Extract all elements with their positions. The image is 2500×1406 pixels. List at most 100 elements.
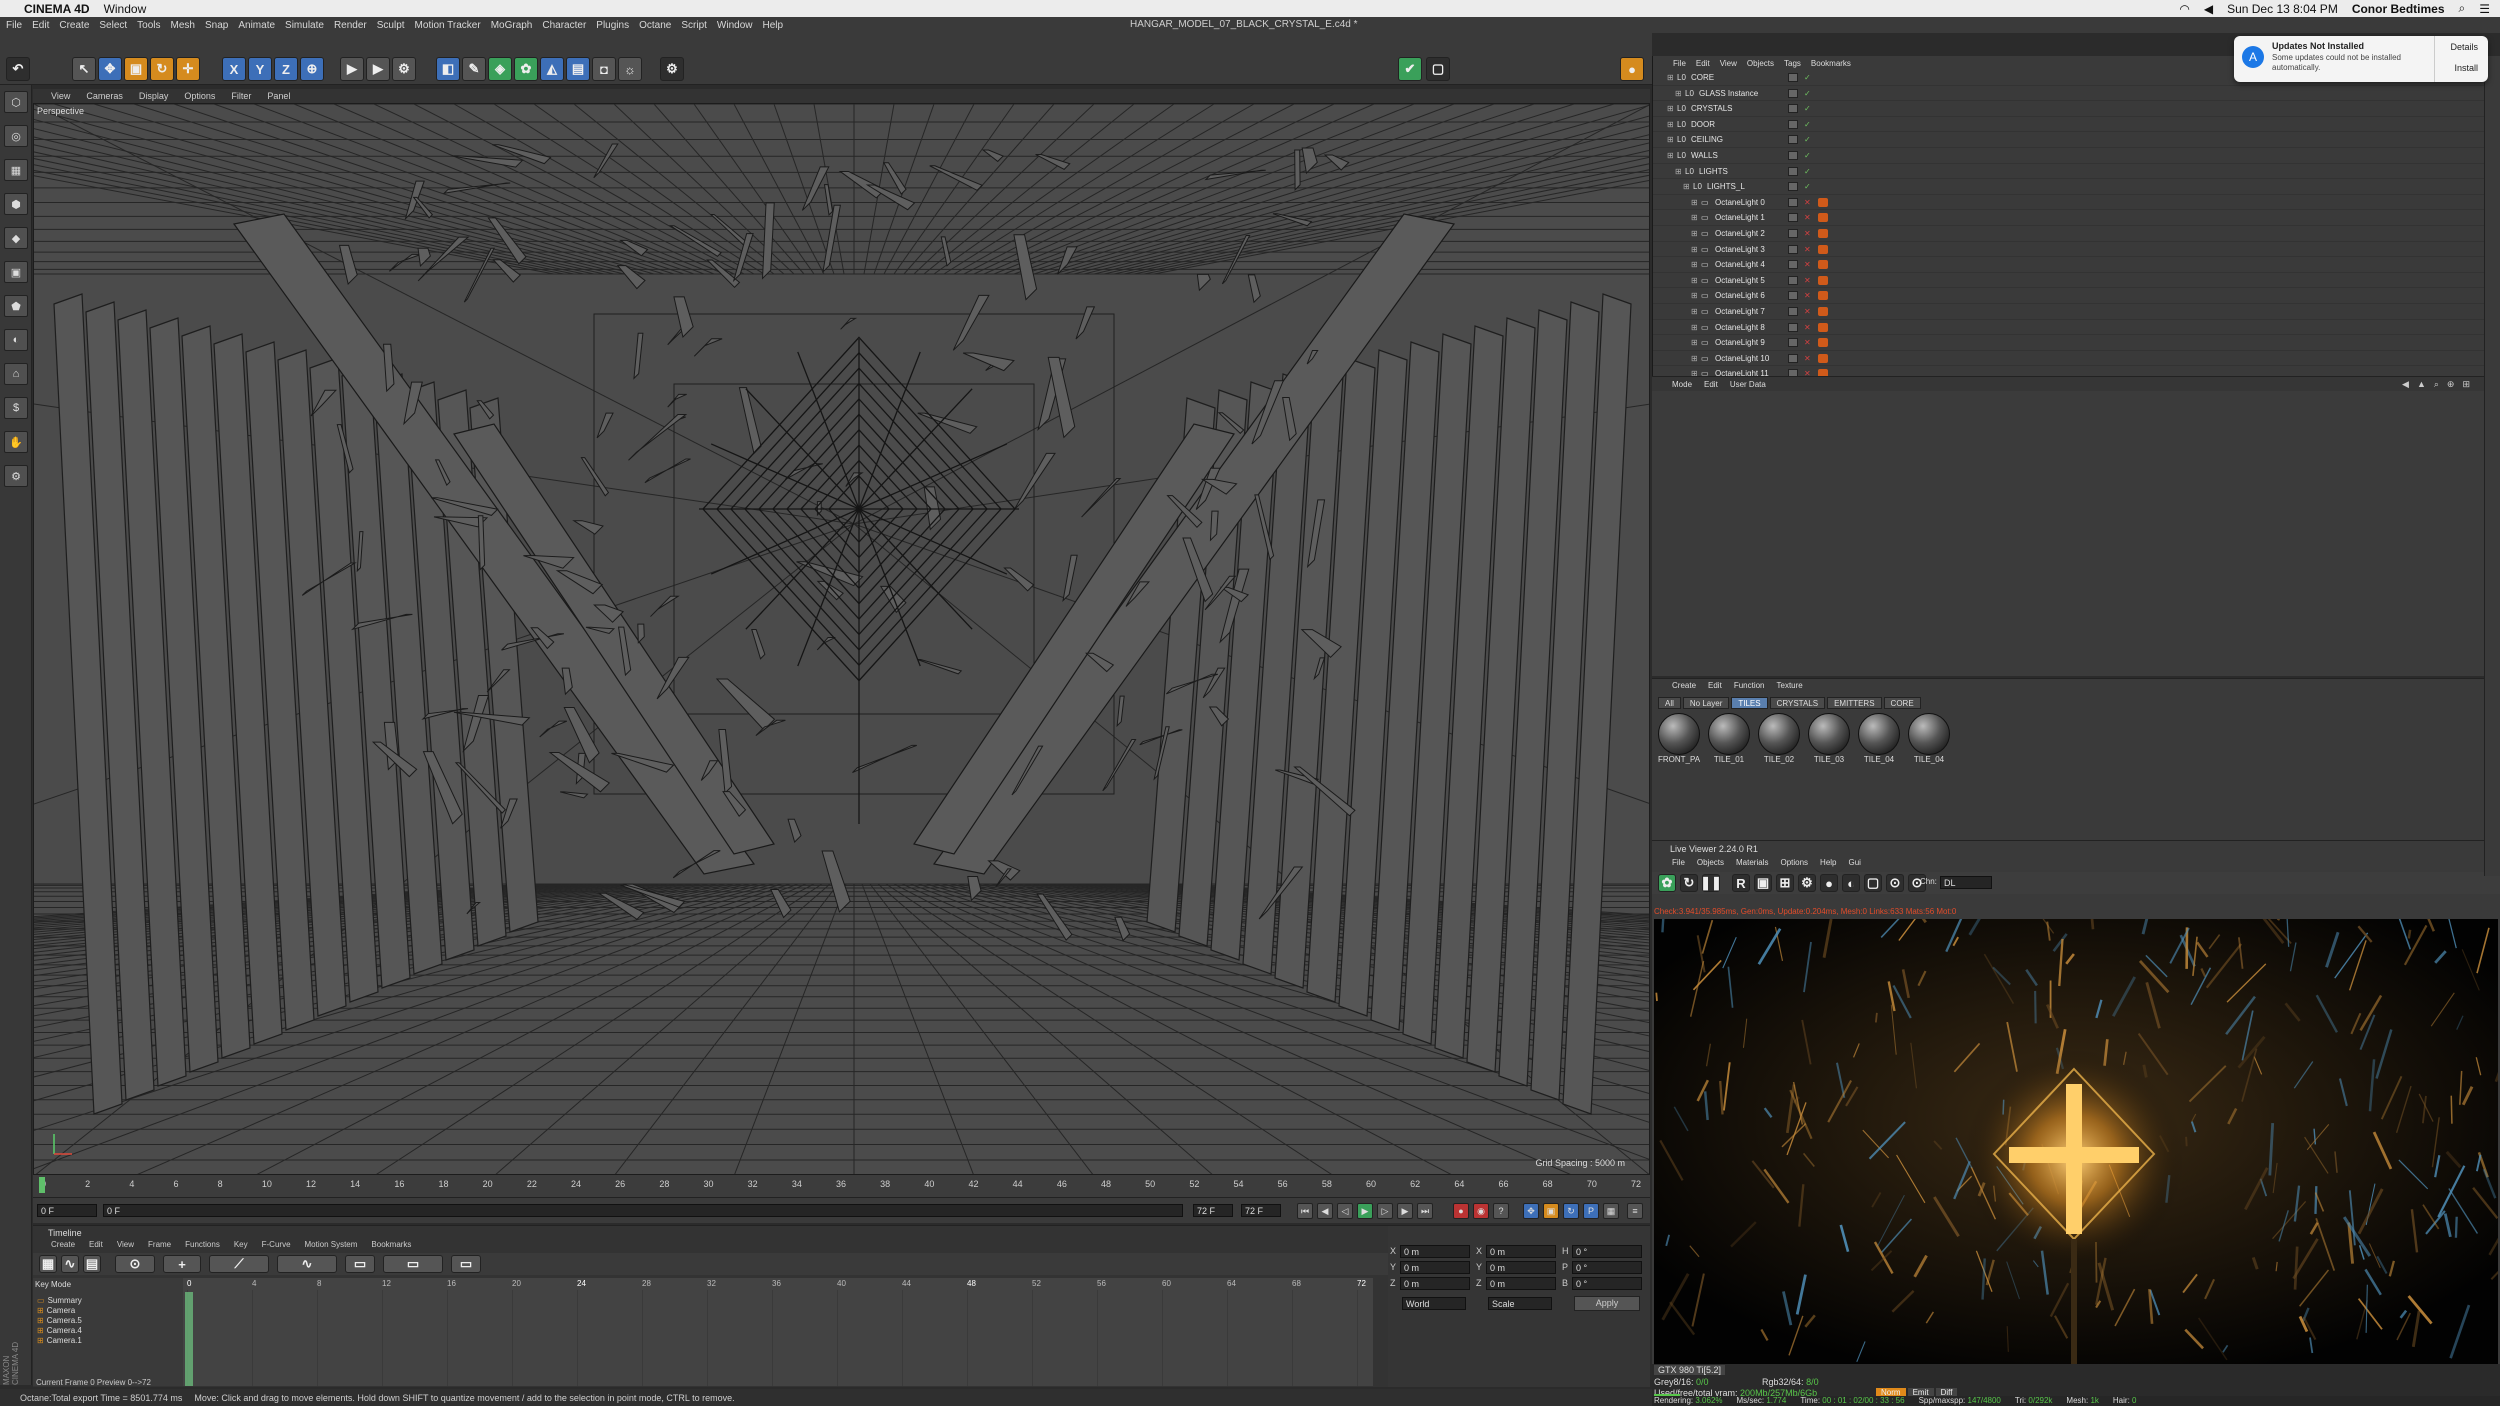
octane-light-tag-icon[interactable]	[1818, 353, 1828, 363]
menu-script[interactable]: Script	[681, 20, 707, 31]
object-name[interactable]: OctaneLight 0	[1715, 195, 1765, 210]
interpolation-icon[interactable]: ⟋	[209, 1255, 269, 1273]
coord-value-field[interactable]: 0 m	[1486, 1245, 1556, 1258]
user-name[interactable]: Conor Bedtimes	[2352, 2, 2445, 16]
render-flag-icon[interactable]: ✕	[1804, 226, 1811, 241]
expand-icon[interactable]: ⊞	[1667, 117, 1674, 132]
object-name[interactable]: OctaneLight 9	[1715, 335, 1765, 350]
visibility-flag-icon[interactable]	[1788, 166, 1798, 176]
timeline-menu-f-curve[interactable]: F-Curve	[262, 1240, 291, 1252]
attribute-menu-user-data[interactable]: User Data	[1730, 380, 1766, 389]
menu-select[interactable]: Select	[99, 20, 127, 31]
visibility-flag-icon[interactable]	[1788, 73, 1798, 82]
timeline-track[interactable]: ⊞ Camera.4	[37, 1326, 177, 1336]
expand-icon[interactable]: ⊞	[1667, 70, 1674, 85]
menu-tools[interactable]: Tools	[137, 20, 160, 31]
volume-icon[interactable]: ◀	[2204, 2, 2213, 16]
transform-icon[interactable]: ✛	[176, 57, 200, 81]
object-row[interactable]: ⊞ ▭ OctaneLight 1 ✕	[1653, 210, 2500, 226]
settings-icon[interactable]: ⚙	[1798, 874, 1816, 892]
coord-value-field[interactable]: 0 m	[1400, 1261, 1470, 1274]
render-flag-icon[interactable]: ✕	[1804, 304, 1811, 319]
right-dock-tabs[interactable]	[2484, 56, 2500, 876]
material-swatch[interactable]: FRONT_PA	[1656, 713, 1702, 773]
palette-tool-icon[interactable]: ⌂	[4, 363, 28, 385]
material-tab-tiles[interactable]: TILES	[1731, 697, 1768, 709]
object-menu-objects[interactable]: Objects	[1747, 59, 1774, 68]
coord-value-field[interactable]: 0 °	[1572, 1261, 1642, 1274]
timeline-track[interactable]: ⊞ Camera.1	[37, 1336, 177, 1346]
object-row[interactable]: ⊞ ▭ OctaneLight 4 ✕	[1653, 257, 2500, 273]
object-row[interactable]: ⊞ ▭ OctaneLight 10 ✕	[1653, 351, 2500, 367]
pause-icon[interactable]: ❚❚	[1700, 874, 1722, 892]
object-row[interactable]: ⊞ L0 CRYSTALS ✓	[1653, 101, 2500, 117]
octane-light-tag-icon[interactable]	[1818, 338, 1828, 348]
record-key-icon[interactable]: ●	[1453, 1203, 1469, 1219]
visibility-flag-icon[interactable]	[1788, 135, 1798, 145]
palette-tool-icon[interactable]: $	[4, 397, 28, 419]
viewport-menu-display[interactable]: Display	[139, 91, 169, 101]
wifi-icon[interactable]: ◠	[2179, 2, 2189, 16]
ruler-playhead[interactable]	[39, 1177, 45, 1193]
live-viewer-menu-help[interactable]: Help	[1820, 858, 1836, 870]
timeline-menu-view[interactable]: View	[117, 1240, 134, 1252]
menu-file[interactable]: File	[6, 20, 22, 31]
install-button[interactable]: Install	[2454, 63, 2478, 73]
save-image-icon[interactable]: ▣	[1754, 874, 1772, 892]
octane-light-tag-icon[interactable]	[1818, 197, 1828, 207]
expand-icon[interactable]: ⊞	[1691, 210, 1698, 225]
check-icon[interactable]: ✓	[1804, 179, 1811, 194]
octane-light-tag-icon[interactable]	[1818, 229, 1828, 238]
fcurve-mode-icon[interactable]: ∿	[61, 1255, 79, 1273]
coord-value-field[interactable]: 0 m	[1486, 1261, 1556, 1274]
live-selection-icon[interactable]: ↖	[72, 57, 96, 81]
coord-value-field[interactable]: 0 °	[1572, 1277, 1642, 1290]
menu-simulate[interactable]: Simulate	[285, 20, 324, 31]
palette-tool-icon[interactable]: ▣	[4, 261, 28, 283]
palette-tool-icon[interactable]: ⬟	[4, 295, 28, 317]
object-menu-tags[interactable]: Tags	[1784, 59, 1801, 68]
visibility-flag-icon[interactable]	[1788, 291, 1798, 301]
render-picture-viewer-icon[interactable]: ▶	[366, 57, 390, 81]
render-flag-icon[interactable]: ✕	[1804, 351, 1811, 366]
timeline-menu-frame[interactable]: Frame	[148, 1240, 171, 1252]
octane-light-tag-icon[interactable]	[1818, 260, 1828, 270]
menu-motion-tracker[interactable]: Motion Tracker	[415, 20, 481, 31]
rotation-key-icon[interactable]: ↻	[1563, 1203, 1579, 1219]
render-preview[interactable]	[1654, 919, 2498, 1364]
pen-icon[interactable]: ✎	[462, 57, 486, 81]
menu-animate[interactable]: Animate	[238, 20, 275, 31]
object-pick-icon[interactable]: ◐	[1842, 874, 1860, 892]
object-row[interactable]: ⊞ L0 DOOR ✓	[1653, 117, 2500, 133]
material-swatch[interactable]: TILE_03	[1806, 713, 1852, 773]
viewport-menu-cameras[interactable]: Cameras	[86, 91, 123, 101]
octane-live-icon[interactable]: ✔	[1398, 57, 1422, 81]
visibility-flag-icon[interactable]	[1788, 353, 1798, 363]
object-menu-edit[interactable]: Edit	[1696, 59, 1710, 68]
material-swatch[interactable]: TILE_02	[1756, 713, 1802, 773]
object-menu-view[interactable]: View	[1720, 59, 1737, 68]
visibility-flag-icon[interactable]	[1788, 260, 1798, 270]
attribute-nav-icons[interactable]: ◀▲⌕⊕⊞	[2402, 379, 2478, 390]
menu-create[interactable]: Create	[59, 20, 89, 31]
go-end-icon[interactable]: ⏭	[1417, 1203, 1433, 1219]
menu-mograph[interactable]: MoGraph	[491, 20, 533, 31]
check-icon[interactable]: ✓	[1804, 132, 1811, 147]
attribute-menu-mode[interactable]: Mode	[1672, 380, 1692, 389]
region-icon[interactable]: R	[1732, 874, 1750, 892]
timeline-menu-motion-system[interactable]: Motion System	[305, 1240, 358, 1252]
visibility-flag-icon[interactable]	[1788, 88, 1798, 98]
object-name[interactable]: OctaneLight 3	[1715, 242, 1765, 257]
world-dropdown[interactable]: World	[1402, 1297, 1466, 1310]
object-menu-file[interactable]: File	[1673, 59, 1686, 68]
visibility-flag-icon[interactable]	[1788, 213, 1798, 223]
menu-octane[interactable]: Octane	[639, 20, 671, 31]
channel-dropdown[interactable]: DL	[1940, 876, 1992, 889]
viewport-menu-view[interactable]: View	[51, 91, 70, 101]
window-menu[interactable]: Window	[104, 2, 147, 16]
scale-key-icon[interactable]: ▣	[1543, 1203, 1559, 1219]
apply-button[interactable]: Apply	[1574, 1296, 1640, 1311]
record-icon[interactable]: ●	[1620, 57, 1644, 81]
menu-mesh[interactable]: Mesh	[171, 20, 195, 31]
check-icon[interactable]: ✓	[1804, 101, 1811, 116]
